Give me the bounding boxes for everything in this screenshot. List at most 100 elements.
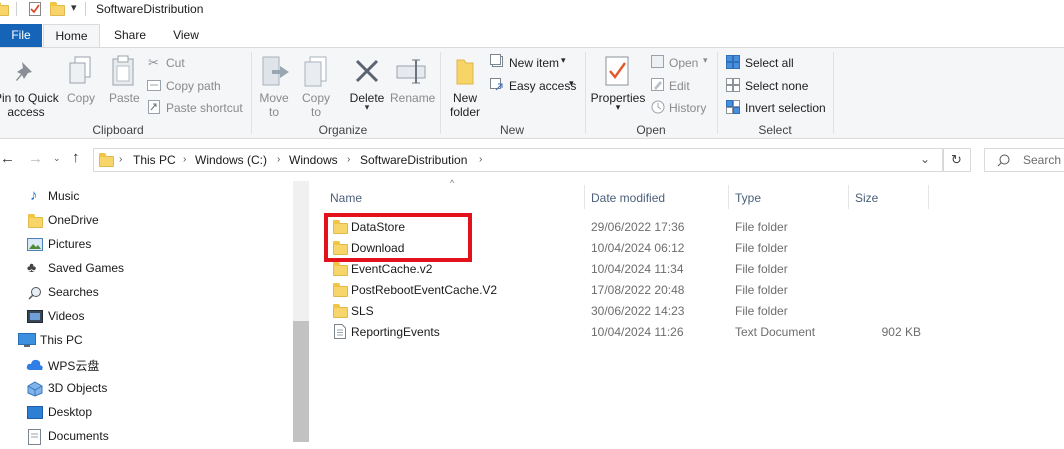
nav-item-saved-games[interactable]: ♣ Saved Games bbox=[0, 257, 290, 281]
nav-label: Videos bbox=[48, 309, 85, 323]
move-to-label2[interactable]: to bbox=[256, 105, 292, 119]
file-type: File folder bbox=[735, 283, 788, 297]
tab-share[interactable]: Share bbox=[104, 24, 156, 47]
folder-icon bbox=[333, 262, 348, 276]
paste-shortcut-button[interactable]: Paste shortcut bbox=[166, 101, 243, 115]
nav-item-3d-objects[interactable]: 3D Objects bbox=[0, 377, 290, 401]
tab-view[interactable]: View bbox=[161, 24, 211, 47]
file-row-postrebooteventcache[interactable]: PostRebootEventCache.V2 17/08/2022 20:48… bbox=[325, 279, 945, 300]
nav-item-desktop[interactable]: Desktop bbox=[0, 401, 290, 425]
history-button[interactable]: History bbox=[669, 101, 706, 115]
sort-ascending-icon: ^ bbox=[450, 178, 455, 188]
tab-home[interactable]: Home bbox=[43, 24, 100, 47]
nav-item-documents[interactable]: Documents bbox=[0, 425, 290, 449]
column-header-name[interactable]: Name bbox=[330, 191, 362, 205]
folder-icon bbox=[333, 304, 348, 318]
nav-scrollbar-thumb[interactable] bbox=[293, 321, 309, 442]
delete-icon bbox=[355, 59, 379, 83]
paste-button[interactable]: Paste bbox=[109, 91, 140, 105]
breadcrumb-chevron-icon[interactable]: › bbox=[277, 154, 280, 165]
move-to-icon bbox=[262, 56, 289, 86]
properties-quick-icon[interactable] bbox=[29, 2, 41, 16]
recent-locations-icon[interactable]: ⌄ bbox=[53, 153, 61, 164]
paste-icon bbox=[112, 55, 134, 86]
select-all-button[interactable]: Select all bbox=[745, 56, 794, 70]
move-to-button[interactable]: Move bbox=[256, 91, 292, 105]
invert-selection-button[interactable]: Invert selection bbox=[745, 101, 826, 115]
file-row-sls[interactable]: SLS 30/06/2022 14:23 File folder bbox=[325, 300, 945, 321]
file-name: SLS bbox=[351, 304, 374, 318]
copy-to-label2[interactable]: to bbox=[298, 105, 334, 119]
nav-label: This PC bbox=[40, 333, 83, 347]
edit-button[interactable]: Edit bbox=[669, 79, 690, 93]
refresh-button[interactable]: ↻ bbox=[943, 148, 971, 172]
new-folder-icon bbox=[456, 59, 474, 85]
pin-to-quick-access-label2[interactable]: access bbox=[0, 105, 58, 119]
folder-icon bbox=[28, 214, 43, 228]
file-date: 29/06/2022 17:36 bbox=[591, 220, 685, 234]
file-type: File folder bbox=[735, 304, 788, 318]
nav-label: OneDrive bbox=[48, 213, 99, 227]
up-icon[interactable]: ↑ bbox=[72, 149, 80, 166]
rename-icon bbox=[396, 59, 426, 84]
copy-button[interactable]: Copy bbox=[67, 91, 95, 105]
copy-to-button[interactable]: Copy bbox=[298, 91, 334, 105]
pictures-icon bbox=[27, 238, 43, 251]
easy-access-dropdown-icon[interactable]: ▾ bbox=[569, 78, 574, 89]
breadcrumb-softwaredistribution[interactable]: SoftwareDistribution bbox=[360, 153, 467, 167]
history-icon bbox=[651, 100, 665, 114]
breadcrumb-chevron-icon[interactable]: › bbox=[479, 154, 482, 165]
address-dropdown-icon[interactable]: ⌄ bbox=[920, 152, 930, 166]
nav-item-music[interactable]: ♪ Music bbox=[0, 185, 290, 209]
select-none-button[interactable]: Select none bbox=[745, 79, 808, 93]
copy-path-button[interactable]: Copy path bbox=[166, 79, 221, 93]
new-folder-label2[interactable]: folder bbox=[445, 105, 485, 119]
customize-quick-access-icon[interactable]: ▾ bbox=[71, 1, 77, 14]
new-item-button[interactable]: New item bbox=[509, 56, 559, 70]
column-header-size[interactable]: Size bbox=[855, 191, 878, 205]
copy-icon bbox=[69, 56, 91, 84]
cloud-drive-icon bbox=[26, 359, 43, 370]
back-icon[interactable]: ← bbox=[0, 150, 15, 167]
breadcrumb-this-pc[interactable]: This PC bbox=[133, 153, 176, 167]
file-date: 10/04/2024 06:12 bbox=[591, 241, 685, 255]
new-folder-quick-icon[interactable] bbox=[50, 2, 65, 16]
nav-item-videos[interactable]: Videos bbox=[0, 305, 290, 329]
tab-file[interactable]: File bbox=[0, 24, 42, 47]
desktop-icon bbox=[27, 406, 43, 419]
delete-dropdown-icon[interactable]: ▾ bbox=[346, 102, 388, 113]
easy-access-button[interactable]: Easy access bbox=[509, 79, 576, 93]
forward-icon[interactable]: → bbox=[28, 150, 43, 167]
rename-button[interactable]: Rename bbox=[390, 91, 435, 105]
nav-item-onedrive[interactable]: OneDrive bbox=[0, 209, 290, 233]
new-folder-button[interactable]: New bbox=[445, 91, 485, 105]
properties-dropdown-icon[interactable]: ▾ bbox=[590, 102, 646, 113]
file-type: File folder bbox=[735, 220, 788, 234]
copy-path-icon bbox=[147, 80, 161, 91]
breadcrumb-chevron-icon[interactable]: › bbox=[119, 154, 122, 165]
open-dropdown-icon[interactable]: ▾ bbox=[703, 55, 708, 66]
nav-label: Searches bbox=[48, 285, 99, 299]
open-button[interactable]: Open bbox=[669, 56, 698, 70]
column-header-type[interactable]: Type bbox=[735, 191, 761, 205]
nav-item-wps-cloud[interactable]: WPS云盘 bbox=[0, 353, 290, 377]
nav-item-pictures[interactable]: Pictures bbox=[0, 233, 290, 257]
breadcrumb-windows[interactable]: Windows bbox=[289, 153, 338, 167]
file-name: ReportingEvents bbox=[351, 325, 440, 339]
address-bar[interactable]: › This PC › Windows (C:) › Windows › Sof… bbox=[93, 148, 943, 172]
breadcrumb-chevron-icon[interactable]: › bbox=[347, 154, 350, 165]
breadcrumb-windows-c[interactable]: Windows (C:) bbox=[195, 153, 267, 167]
pin-to-quick-access-button[interactable]: Pin to Quick bbox=[0, 91, 59, 105]
column-header-date-modified[interactable]: Date modified bbox=[591, 191, 665, 205]
file-row-reportingevents[interactable]: ReportingEvents 10/04/2024 11:26 Text Do… bbox=[325, 321, 945, 342]
nav-item-searches[interactable]: Searches bbox=[0, 281, 290, 305]
navigation-bar: ← → ⌄ ↑ › This PC › Windows (C:) › Windo… bbox=[0, 139, 1064, 181]
cut-button[interactable]: Cut bbox=[166, 56, 185, 70]
new-item-dropdown-icon[interactable]: ▾ bbox=[561, 55, 566, 66]
title-bar: ▾ SoftwareDistribution bbox=[0, 0, 1064, 20]
open-group-label: Open bbox=[636, 123, 666, 137]
nav-item-this-pc[interactable]: This PC bbox=[0, 329, 290, 353]
file-type: File folder bbox=[735, 262, 788, 276]
breadcrumb-chevron-icon[interactable]: › bbox=[183, 154, 186, 165]
search-box[interactable]: Search S bbox=[984, 148, 1064, 172]
